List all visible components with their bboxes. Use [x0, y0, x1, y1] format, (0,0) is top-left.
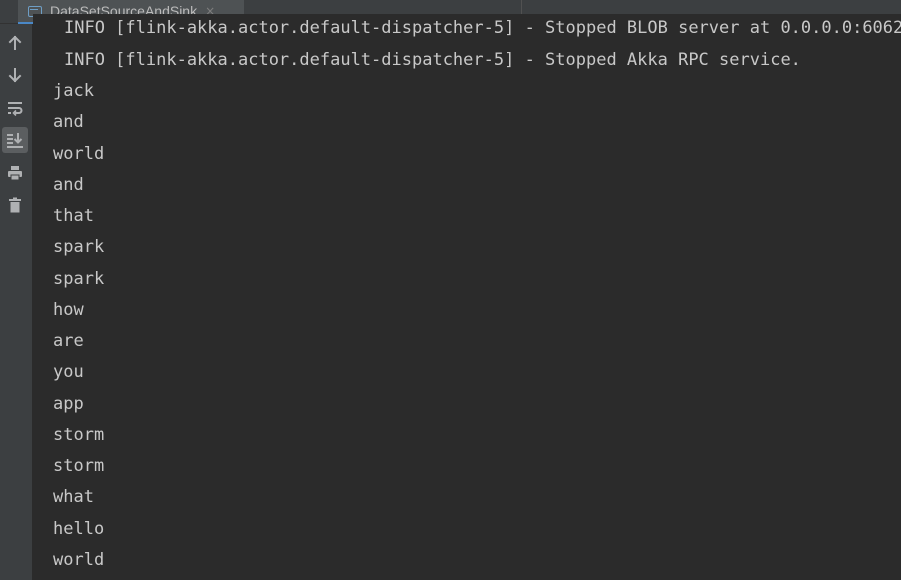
soft-wrap-icon[interactable] — [2, 95, 28, 121]
output-line: and — [53, 175, 84, 195]
print-icon[interactable] — [2, 160, 28, 186]
output-line: what — [53, 487, 94, 507]
output-line: app — [53, 394, 84, 414]
up-arrow-icon[interactable] — [2, 30, 28, 56]
output-line: spark — [53, 269, 105, 289]
output-line: spark — [53, 237, 105, 257]
down-arrow-icon[interactable] — [2, 62, 28, 88]
trash-icon[interactable] — [2, 192, 28, 218]
output-line: you — [53, 362, 84, 382]
console-toolbar — [0, 24, 33, 580]
output-line: world — [53, 550, 105, 570]
output-line: that — [53, 206, 94, 226]
log-line: INFO [flink-akka.actor.default-dispatche… — [64, 50, 801, 70]
scroll-to-end-icon[interactable] — [2, 127, 28, 153]
output-line: world — [53, 144, 105, 164]
log-line: INFO [flink-akka.actor.default-dispatche… — [64, 18, 901, 38]
run-console-window: DataSetSourceAndSink × INFO [flink-akka.… — [0, 0, 901, 580]
output-line: storm — [53, 456, 105, 476]
output-line: how — [53, 300, 84, 320]
console-output[interactable]: INFO [flink-akka.actor.default-dispatche… — [33, 14, 901, 580]
output-line: and — [53, 112, 84, 132]
output-line: are — [53, 331, 84, 351]
output-line: jack — [53, 81, 94, 101]
output-line: hello — [53, 519, 105, 539]
output-line: storm — [53, 425, 105, 445]
